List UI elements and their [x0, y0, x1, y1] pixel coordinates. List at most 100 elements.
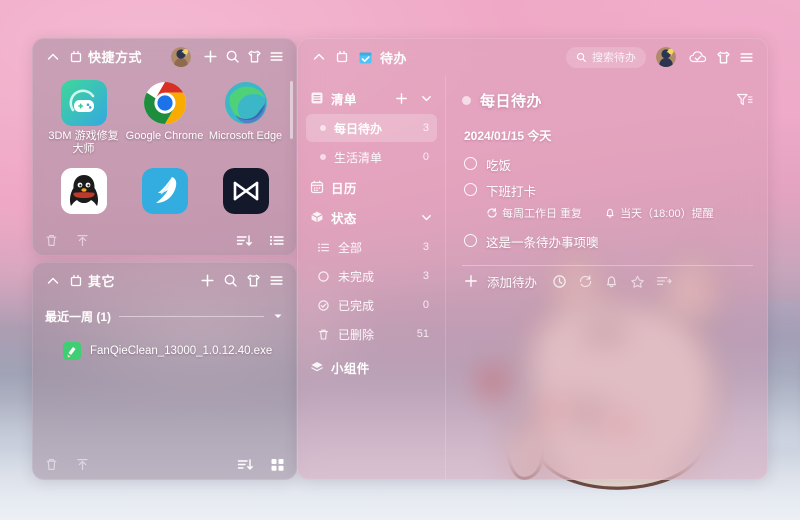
trash-icon[interactable]: [44, 457, 59, 472]
add-todo-quick-actions: [552, 274, 672, 289]
sidebar-item-life-list[interactable]: 生活清单 0: [306, 143, 437, 171]
sort-icon[interactable]: [237, 457, 254, 472]
task-row-group: 下班打卡 每周工作日 重复 当天（18:00）提醒: [462, 176, 753, 221]
other-panel-title: 其它: [88, 274, 116, 289]
task-row[interactable]: 吃饭: [462, 150, 753, 176]
add-todo-row[interactable]: 添加待办: [462, 266, 753, 296]
repeat-icon[interactable]: [578, 274, 593, 289]
plus-icon[interactable]: [199, 46, 221, 68]
group-divider: [119, 315, 264, 317]
file-group-header[interactable]: 最近一周 (1): [45, 304, 284, 328]
bell-icon[interactable]: [604, 274, 619, 289]
3dm-game-repair-icon: [60, 80, 107, 126]
sidebar-item-incomplete[interactable]: 未完成 3: [306, 262, 437, 290]
plus-icon[interactable]: [464, 274, 478, 288]
task-checkbox[interactable]: [464, 183, 477, 196]
search-icon: [576, 52, 587, 63]
grid-view-icon[interactable]: [270, 457, 285, 472]
app-item-chrome[interactable]: Google Chrome: [124, 80, 205, 168]
search-input[interactable]: 搜索待办: [566, 46, 646, 68]
shirt-icon[interactable]: [711, 46, 735, 68]
shirt-icon[interactable]: [242, 270, 265, 292]
task-row[interactable]: 这是一条待办事项噢: [462, 227, 753, 253]
todo-app-header: 待办 搜索待办: [298, 39, 767, 75]
cleaner-app-icon: [63, 342, 81, 360]
sort-icon[interactable]: [236, 233, 253, 248]
avatar[interactable]: [171, 46, 191, 67]
app-item-dove[interactable]: [124, 168, 205, 225]
calendar-icon: [310, 180, 324, 194]
chevron-down-icon[interactable]: [272, 310, 284, 322]
clock-icon[interactable]: [552, 274, 567, 289]
pin-icon[interactable]: [64, 46, 88, 68]
sidebar-item-all[interactable]: 全部 3: [306, 233, 437, 261]
sidebar-item-daily-todo[interactable]: 每日待办 3: [306, 114, 437, 142]
task-title: 这是一条待办事项噢: [486, 236, 599, 250]
sidebar-item-label: 生活清单: [334, 150, 383, 165]
plus-icon[interactable]: [392, 92, 410, 105]
app-item-qq[interactable]: [43, 168, 124, 225]
sidebar-item-widgets[interactable]: 小组件: [298, 352, 445, 382]
other-panel[interactable]: 其它 最近一周 (1) FanQieClean_13000_1.0.12.40.…: [32, 262, 297, 480]
list-color-dot: [462, 95, 471, 105]
task-repeat-chip[interactable]: 每周工作日 重复: [486, 205, 582, 221]
sidebar-item-label: 每日待办: [334, 121, 383, 136]
sidebar-item-label: 日历: [331, 181, 357, 196]
menu-icon[interactable]: [265, 270, 287, 292]
edge-icon: [223, 80, 269, 126]
collapse-chevron-icon[interactable]: [42, 46, 64, 68]
trash-icon: [316, 328, 330, 341]
upload-icon[interactable]: [75, 457, 90, 472]
shortcuts-panel[interactable]: 快捷方式 3DM 游戏修复大师 Google Chrome Microsoft …: [32, 38, 297, 256]
pin-icon[interactable]: [330, 46, 354, 68]
upload-icon[interactable]: [75, 233, 90, 248]
plus-icon[interactable]: [195, 270, 219, 292]
list-item[interactable]: FanQieClean_13000_1.0.12.40.exe: [45, 336, 284, 366]
task-reminder-text: 当天（18:00）提醒: [620, 208, 714, 220]
list-color-dot: [320, 125, 326, 131]
list-flag-icon[interactable]: [656, 274, 672, 289]
chevron-down-icon[interactable]: [417, 92, 435, 105]
app-item-3dm[interactable]: 3DM 游戏修复大师: [43, 80, 124, 168]
search-icon[interactable]: [221, 46, 243, 68]
menu-icon[interactable]: [735, 46, 757, 68]
avatar[interactable]: [656, 47, 676, 67]
todo-app-window[interactable]: 待办 搜索待办 清单 每日待办 3 生活清单 0 日历 状态 全部 3 未完成 …: [297, 38, 768, 480]
collapse-chevron-icon[interactable]: [308, 46, 330, 68]
sidebar-section-status[interactable]: 状态: [298, 202, 445, 232]
app-item-edge[interactable]: Microsoft Edge: [205, 80, 286, 168]
trash-icon[interactable]: [44, 233, 59, 248]
collapse-chevron-icon[interactable]: [42, 270, 64, 292]
shortcuts-scrollbar[interactable]: [290, 81, 293, 139]
dove-icon: [141, 168, 188, 214]
task-reminder-chip[interactable]: 当天（18:00）提醒: [604, 205, 714, 221]
sidebar-item-completed[interactable]: 已完成 0: [306, 291, 437, 319]
todo-app-title: 待办: [380, 50, 408, 66]
qq-icon: [60, 168, 107, 214]
sidebar-item-calendar[interactable]: 日历: [298, 172, 445, 202]
sidebar-item-label: 已完成: [338, 298, 375, 313]
filter-icon[interactable]: [736, 92, 753, 108]
sidebar-item-count: 3: [422, 270, 429, 282]
star-icon[interactable]: [630, 274, 645, 289]
search-icon[interactable]: [219, 270, 242, 292]
calendar-check-icon: [354, 46, 376, 68]
task-repeat-text: 每周工作日 重复: [502, 208, 583, 220]
list-icon: [310, 91, 324, 105]
app-item-capcut[interactable]: [205, 168, 286, 225]
cloud-sync-icon[interactable]: [685, 46, 711, 68]
list-color-dot: [320, 154, 326, 160]
chevron-down-icon[interactable]: [417, 211, 435, 224]
repeat-icon: [486, 207, 498, 219]
task-checkbox[interactable]: [464, 157, 477, 170]
sidebar-section-lists[interactable]: 清单: [298, 83, 445, 113]
task-row[interactable]: 下班打卡: [462, 176, 753, 202]
shortcuts-panel-footer: [33, 225, 296, 255]
sidebar-item-deleted[interactable]: 已删除 51: [306, 320, 437, 348]
pin-icon[interactable]: [64, 270, 88, 292]
list-view-icon[interactable]: [269, 233, 285, 248]
menu-icon[interactable]: [265, 46, 287, 68]
sidebar-item-label: 已删除: [338, 327, 375, 342]
shirt-icon[interactable]: [243, 46, 265, 68]
task-checkbox[interactable]: [464, 234, 477, 247]
